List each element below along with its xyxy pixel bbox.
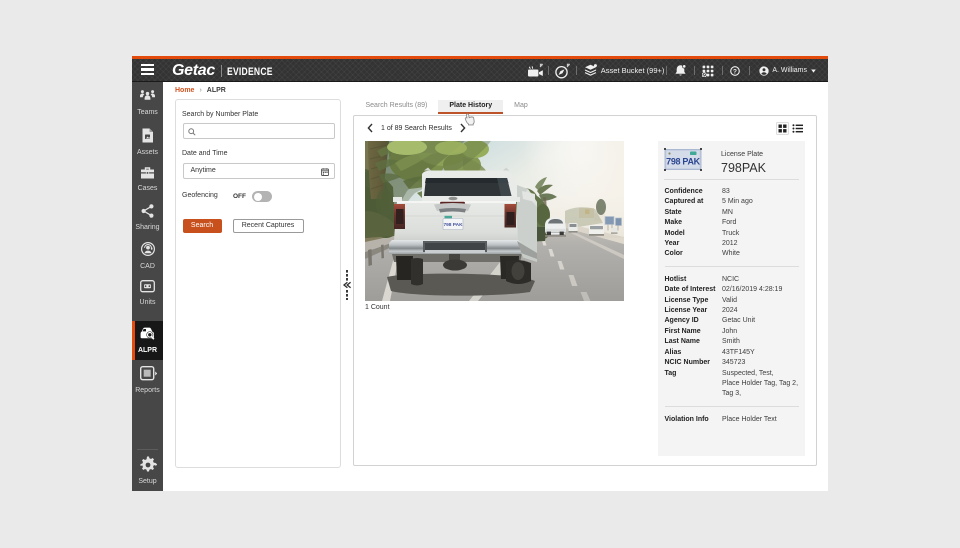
svg-text:?: ? [733,68,737,75]
svg-text:798 PAK: 798 PAK [443,222,463,228]
svg-text:798 PAK: 798 PAK [666,157,701,167]
